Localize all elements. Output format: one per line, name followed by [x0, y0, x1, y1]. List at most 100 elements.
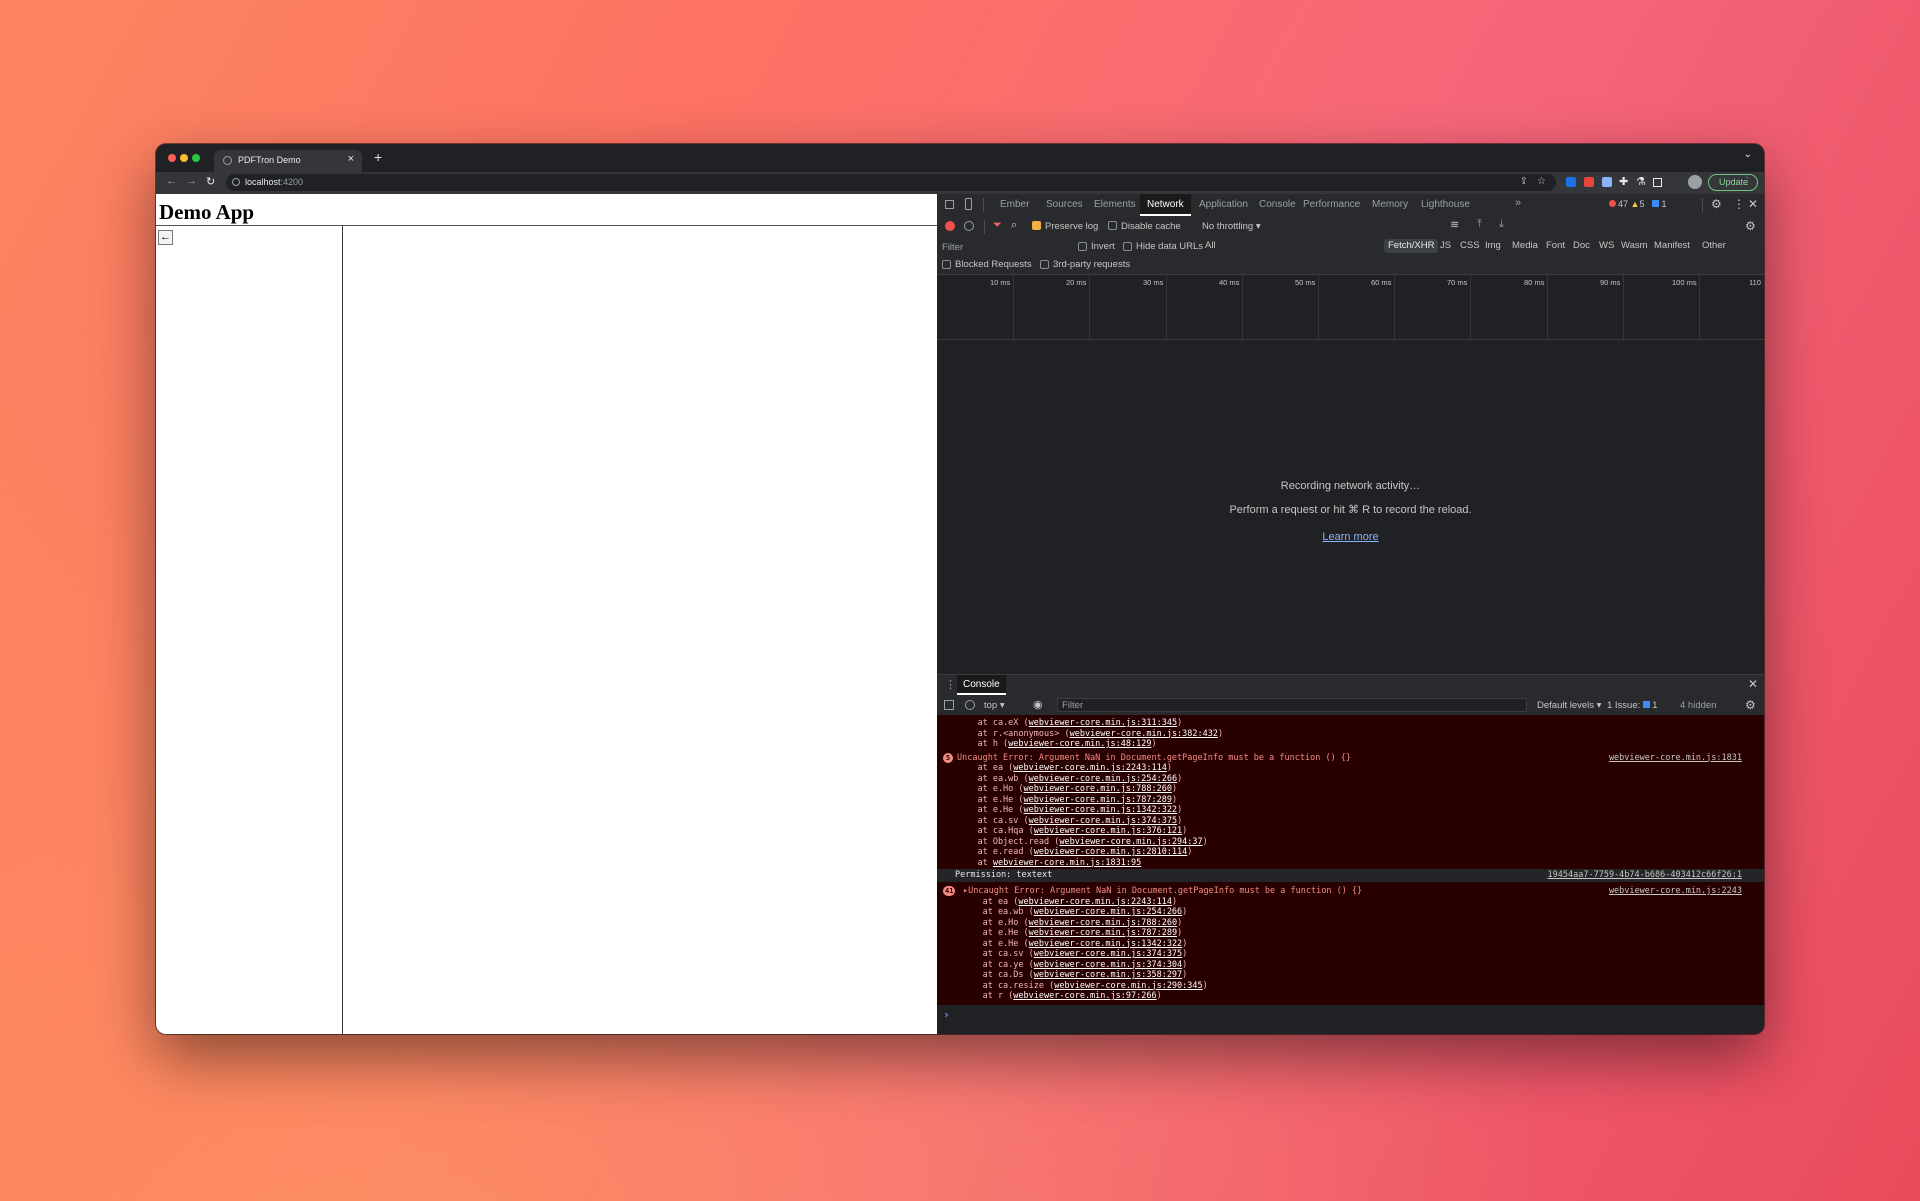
- type-filter-js[interactable]: JS: [1436, 239, 1455, 253]
- record-button[interactable]: [945, 221, 955, 231]
- stack-frame-link[interactable]: webviewer-core.min.js:254:266: [1034, 907, 1182, 917]
- network-conditions-icon[interactable]: ≋: [1450, 218, 1459, 231]
- tab-application[interactable]: Application: [1192, 194, 1255, 216]
- stack-frame-link[interactable]: webviewer-core.min.js:1342:322: [1029, 939, 1183, 949]
- stack-frame-link[interactable]: webviewer-core.min.js:290:345: [1054, 981, 1202, 991]
- blocked-requests-checkbox[interactable]: [942, 260, 951, 269]
- type-filter-other[interactable]: Other: [1698, 239, 1730, 253]
- back-button[interactable]: ←: [166, 175, 177, 187]
- issues-button[interactable]: 1 Issue: 1: [1607, 700, 1658, 711]
- hide-data-urls-checkbox[interactable]: [1123, 242, 1132, 251]
- invert-checkbox[interactable]: [1078, 242, 1087, 251]
- info-icon[interactable]: [232, 178, 240, 186]
- stack-frame-link[interactable]: webviewer-core.min.js:374:375: [1034, 949, 1182, 959]
- more-vertical-icon[interactable]: ⋮: [1733, 197, 1745, 211]
- stack-frame-link[interactable]: webviewer-core.min.js:2243:114: [1018, 897, 1172, 907]
- throttling-select[interactable]: No throttling ▾: [1202, 221, 1261, 232]
- extensions-puzzle-icon[interactable]: ✚: [1619, 175, 1628, 188]
- stack-frame-link[interactable]: webviewer-core.min.js:788:260: [1024, 784, 1172, 794]
- network-filter-input[interactable]: Filter: [942, 242, 963, 253]
- stack-frame-link[interactable]: webviewer-core.min.js:382:432: [1070, 729, 1218, 739]
- extension-3-icon[interactable]: [1602, 177, 1612, 187]
- clear-icon[interactable]: [964, 221, 974, 231]
- type-filter-css[interactable]: CSS: [1456, 239, 1484, 253]
- browser-tab[interactable]: PDFTron Demo ×: [214, 150, 362, 172]
- drawer-tab-console[interactable]: Console: [957, 675, 1006, 695]
- reload-button[interactable]: ↻: [206, 175, 215, 188]
- extension-2-icon[interactable]: [1584, 177, 1594, 187]
- learn-more-link[interactable]: Learn more: [1322, 531, 1378, 543]
- console-prompt[interactable]: ›: [937, 1005, 1764, 1034]
- live-expression-eye-icon[interactable]: ◉: [1033, 698, 1043, 711]
- close-drawer-icon[interactable]: ✕: [1748, 677, 1758, 691]
- network-timeline-overview[interactable]: 10 ms 20 ms 30 ms 40 ms 50 ms 60 ms 70 m…: [937, 275, 1764, 340]
- tab-performance[interactable]: Performance: [1296, 194, 1367, 216]
- error-warning-counter[interactable]: 47 ▲5 1: [1609, 199, 1666, 209]
- update-button[interactable]: Update ⋮: [1708, 174, 1758, 191]
- address-input[interactable]: localhost:4200 ⇪ ☆: [226, 174, 1556, 191]
- type-filter-manifest[interactable]: Manifest: [1650, 239, 1694, 253]
- stack-frame-link[interactable]: webviewer-core.min.js:788:260: [1029, 918, 1177, 928]
- context-select[interactable]: top ▾: [984, 700, 1005, 711]
- type-filter-ws[interactable]: WS: [1595, 239, 1618, 253]
- settings-gear-icon[interactable]: ⚙: [1711, 197, 1722, 211]
- stack-frame-link[interactable]: webviewer-core.min.js:1342:322: [1024, 805, 1178, 815]
- minimize-window-button[interactable]: [180, 154, 188, 162]
- type-filter-wasm[interactable]: Wasm: [1617, 239, 1652, 253]
- stack-frame-link[interactable]: webviewer-core.min.js:374:375: [1029, 816, 1177, 826]
- stack-frame-link[interactable]: webviewer-core.min.js:2810:114: [1034, 847, 1188, 857]
- device-toolbar-icon[interactable]: [965, 198, 972, 210]
- console-error-message[interactable]: ▸Uncaught Error: Argument NaN in Documen…: [963, 886, 1362, 896]
- tab-memory[interactable]: Memory: [1365, 194, 1415, 216]
- type-filter-font[interactable]: Font: [1542, 239, 1569, 253]
- type-filter-media[interactable]: Media: [1508, 239, 1542, 253]
- console-sidebar-icon[interactable]: [944, 700, 954, 710]
- drawer-menu-icon[interactable]: ⋮: [945, 678, 956, 691]
- tab-sources[interactable]: Sources: [1039, 194, 1090, 216]
- import-har-icon[interactable]: ⤒: [1477, 218, 1482, 231]
- stack-frame-link[interactable]: webviewer-core.min.js:358:297: [1034, 970, 1182, 980]
- zoom-window-button[interactable]: [192, 154, 200, 162]
- console-source-link[interactable]: 19454aa7-7759-4b74-b686-403412c66f26:1: [1548, 870, 1742, 881]
- type-filter-fetch-xhr[interactable]: Fetch/XHR: [1384, 239, 1439, 253]
- disable-cache-checkbox[interactable]: [1108, 221, 1117, 230]
- tab-network[interactable]: Network: [1140, 194, 1191, 216]
- console-source-link[interactable]: webviewer-core.min.js:2243: [1609, 886, 1742, 896]
- console-error-message[interactable]: Uncaught Error: Argument NaN in Document…: [957, 753, 1351, 763]
- flask-icon[interactable]: ⚗: [1636, 175, 1646, 188]
- stack-frame-link[interactable]: webviewer-core.min.js:48:129: [1008, 739, 1151, 749]
- close-window-button[interactable]: [168, 154, 176, 162]
- preserve-log-checkbox[interactable]: [1032, 221, 1041, 230]
- type-filter-all[interactable]: All: [1201, 239, 1220, 253]
- extension-1-icon[interactable]: [1566, 177, 1576, 187]
- profile-avatar[interactable]: [1688, 175, 1702, 189]
- log-levels-select[interactable]: Default levels ▾: [1537, 700, 1601, 711]
- bookmark-star-icon[interactable]: ☆: [1537, 176, 1546, 187]
- type-filter-doc[interactable]: Doc: [1569, 239, 1594, 253]
- clear-console-icon[interactable]: [965, 700, 975, 710]
- forward-button[interactable]: →: [186, 175, 197, 187]
- more-tabs-icon[interactable]: »: [1515, 197, 1521, 209]
- stack-frame-link[interactable]: webviewer-core.min.js:1831:95: [993, 858, 1141, 868]
- new-tab-button[interactable]: +: [374, 149, 382, 165]
- export-har-icon[interactable]: ⤓: [1499, 218, 1504, 231]
- stack-frame-link[interactable]: webviewer-core.min.js:374:304: [1034, 960, 1182, 970]
- stack-frame-link[interactable]: webviewer-core.min.js:376:121: [1034, 826, 1182, 836]
- side-panel-icon[interactable]: [1653, 178, 1662, 187]
- third-party-checkbox[interactable]: [1040, 260, 1049, 269]
- filter-funnel-icon[interactable]: ⏷: [993, 219, 1002, 232]
- console-filter-input[interactable]: Filter: [1057, 698, 1527, 712]
- share-icon[interactable]: ⇪: [1520, 176, 1528, 187]
- collapse-sidebar-button[interactable]: ←: [158, 230, 173, 245]
- console-settings-gear-icon[interactable]: ⚙: [1745, 698, 1756, 712]
- stack-frame-link[interactable]: webviewer-core.min.js:787:289: [1029, 928, 1177, 938]
- tab-search-icon[interactable]: ⌄: [1744, 149, 1752, 160]
- stack-frame-link[interactable]: webviewer-core.min.js:787:289: [1024, 795, 1172, 805]
- stack-frame-link[interactable]: webviewer-core.min.js:2243:114: [1013, 763, 1167, 773]
- tab-elements[interactable]: Elements: [1087, 194, 1143, 216]
- tab-ember[interactable]: Ember: [993, 194, 1036, 216]
- type-filter-img[interactable]: Img: [1481, 239, 1505, 253]
- stack-frame-link[interactable]: webviewer-core.min.js:311:345: [1029, 718, 1177, 728]
- search-icon[interactable]: ⌕: [1011, 219, 1017, 232]
- close-devtools-icon[interactable]: ✕: [1748, 197, 1758, 211]
